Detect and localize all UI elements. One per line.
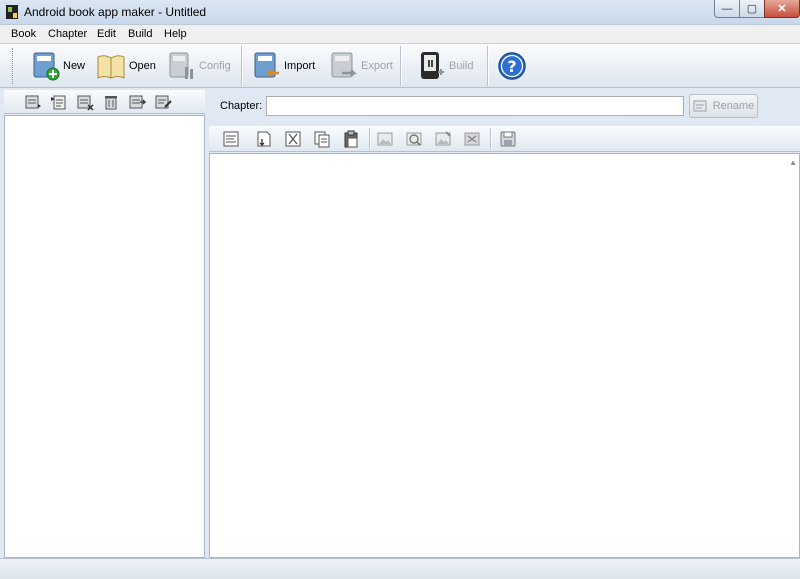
cut-icon[interactable] [255,130,273,148]
export-label: Export [361,60,393,72]
chapter-text-editor[interactable]: ▲ [209,153,800,558]
build-label: Build [449,60,474,72]
rename-label: Rename [712,100,755,112]
chapter-list-toolbar [4,90,205,114]
chapter-name-input[interactable] [266,96,684,116]
import-button[interactable]: Import [253,46,315,86]
toolbar-separator [241,46,242,86]
copy-icon[interactable] [313,130,331,148]
format-text-icon[interactable] [222,130,240,148]
menu-build[interactable]: Build [128,28,152,40]
close-icon: ✕ [777,3,787,15]
title-bar[interactable]: Android book app maker - Untitled — ▢ ✕ [0,0,800,24]
open-book-icon [97,55,125,79]
build-device-icon [421,52,444,79]
editor-toolbar [209,126,800,152]
maximize-button[interactable]: ▢ [739,0,765,18]
chapter-list[interactable] [4,115,205,558]
paste-icon[interactable] [342,130,360,148]
rename-button[interactable]: Rename [689,94,758,118]
svg-text:?: ? [507,57,516,76]
import-icon [254,52,279,78]
config-label: Config [199,60,231,72]
toolbar-separator [487,46,488,86]
insert-chapter-icon[interactable] [50,93,68,111]
build-button[interactable]: Build [418,46,473,86]
toolbar-separator [490,128,491,150]
edit-chapter-icon[interactable] [154,93,172,111]
insert-image-icon[interactable] [376,130,394,148]
maximize-icon: ▢ [746,3,758,15]
app-icon [6,5,18,19]
save-icon[interactable] [499,130,517,148]
edit-image-icon[interactable] [434,130,452,148]
open-label: Open [129,60,156,72]
new-book-icon [33,52,60,81]
minimize-button[interactable]: — [714,0,740,18]
toolbar-separator [369,128,370,150]
menu-chapter[interactable]: Chapter [48,28,87,40]
menu-help[interactable]: Help [164,28,187,40]
help-icon: ? [498,52,526,80]
remove-chapter-icon[interactable] [76,93,94,111]
rename-icon [693,100,707,112]
move-chapter-icon[interactable] [128,93,146,111]
main-toolbar: New Open Config Import Export Build ? [0,43,800,88]
toolbar-separator [400,46,401,86]
export-icon [331,52,358,78]
help-button[interactable]: ? [497,46,527,86]
delete-image-icon[interactable] [463,130,481,148]
status-bar [0,558,800,579]
new-button[interactable]: New [32,46,85,86]
scissors-icon[interactable] [284,130,302,148]
close-button[interactable]: ✕ [764,0,800,18]
zoom-image-icon[interactable] [405,130,423,148]
chapter-label: Chapter: [220,100,263,112]
delete-chapter-icon[interactable] [102,93,120,111]
import-label: Import [284,60,316,72]
config-button[interactable]: Config [168,46,231,86]
add-chapter-icon[interactable] [24,93,42,111]
menu-book[interactable]: Book [11,28,36,40]
toolbar-grip[interactable] [12,48,16,84]
new-label: New [63,60,86,72]
minimize-icon: — [721,2,733,15]
open-button[interactable]: Open [96,46,156,86]
window-title: Android book app maker - Untitled [24,5,207,19]
config-icon [169,52,193,79]
menu-bar: Book Chapter Edit Build Help [0,24,800,43]
scroll-up-arrow-icon[interactable]: ▲ [789,158,797,167]
menu-edit[interactable]: Edit [97,28,116,40]
export-button[interactable]: Export [330,46,393,86]
